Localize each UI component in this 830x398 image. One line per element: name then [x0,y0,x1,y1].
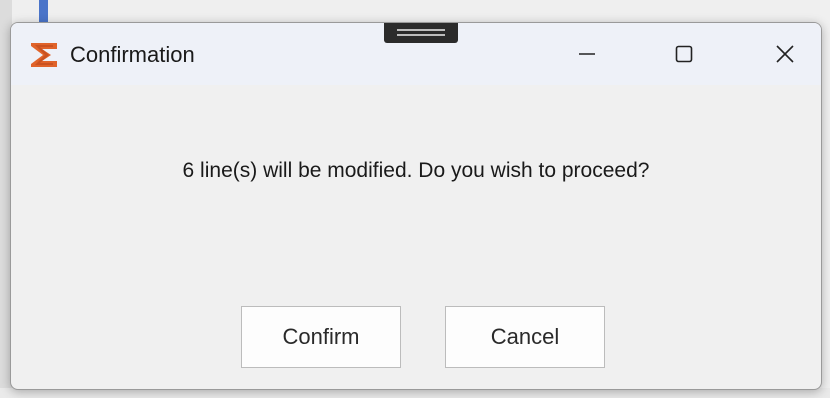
dialog-message: 6 line(s) will be modified. Do you wish … [182,159,650,182]
background-accent-strip [39,0,48,22]
sigma-logo-icon [29,41,61,69]
maximize-icon [674,44,694,64]
grab-handle-line [397,34,445,36]
cancel-button[interactable]: Cancel [445,306,605,368]
background-app-top [0,0,830,24]
confirm-button[interactable]: Confirm [241,306,401,368]
dialog-title: Confirmation [70,42,195,67]
close-button[interactable] [757,33,813,75]
snap-grab-handle[interactable] [384,23,458,43]
maximize-button[interactable] [656,33,712,75]
grab-handle-line [397,29,445,31]
confirmation-dialog: Confirmation 6 line(s) will be modified.… [10,22,822,390]
minimize-button[interactable] [559,33,615,75]
close-icon [775,44,795,64]
minimize-icon [577,44,597,64]
